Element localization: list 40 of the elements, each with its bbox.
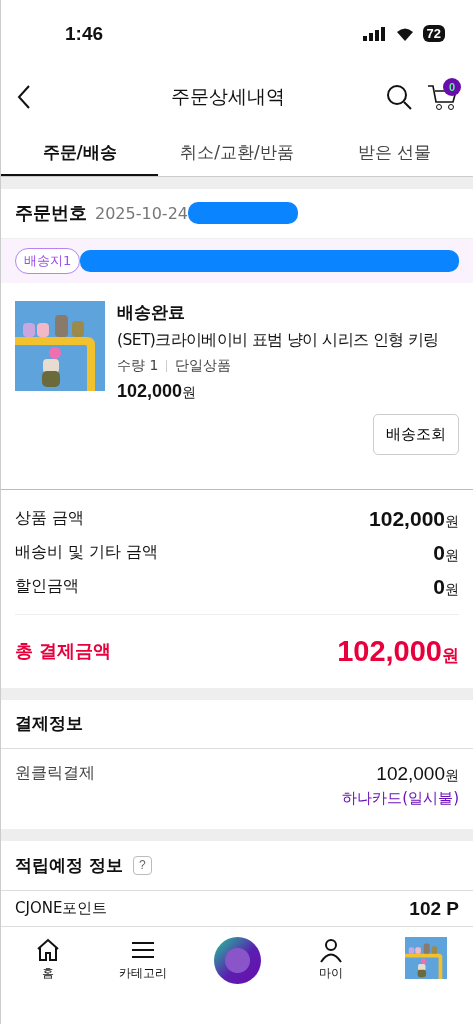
total-label: 총 결제금액 xyxy=(15,639,112,664)
summary-amount: 102,000원 xyxy=(369,506,459,531)
product-name: (SET)크라이베이비 표범 냥이 시리즈 인형 키링 xyxy=(117,329,439,351)
section-title: 결제정보 xyxy=(15,712,83,736)
tab[interactable]: 취소/교환/반품 xyxy=(158,131,316,177)
nav-item[interactable]: 홈 xyxy=(1,937,96,983)
address-tag: 배송지1 xyxy=(15,247,81,274)
tab[interactable]: 받은 선물 xyxy=(315,131,473,177)
track-delivery-button[interactable]: 배송조회 xyxy=(373,413,459,455)
summary-amount: 0원 xyxy=(433,540,459,565)
cart-button[interactable]: 0 xyxy=(427,82,459,113)
payment-method: 원클릭결제 xyxy=(15,763,95,785)
nav-item[interactable]: 마이 xyxy=(284,937,379,983)
points-value: 102 P xyxy=(409,897,459,920)
user-icon xyxy=(318,937,345,964)
product-price: 102,000원 xyxy=(117,380,198,402)
summary-amount: 0원 xyxy=(433,574,459,599)
wifi-icon xyxy=(394,26,415,41)
help-button[interactable]: ? xyxy=(132,855,152,875)
section-title: 적립예정 정보 xyxy=(15,853,123,877)
total-amount: 102,000원 xyxy=(337,634,459,668)
battery-indicator: 72 xyxy=(422,25,445,43)
signal-icon xyxy=(362,26,387,41)
summary-label: 배송비 및 기타 금액 xyxy=(15,542,158,564)
quantity: 수량 1 xyxy=(117,356,159,375)
order-number-label: 주문번호 xyxy=(15,201,87,226)
summary-label: 할인금액 xyxy=(15,576,79,598)
delivery-status: 배송완료 xyxy=(117,300,186,324)
summary-label: 상품 금액 xyxy=(15,508,84,530)
status-time: 1:46 xyxy=(65,22,104,45)
points-label: CJONE포인트 xyxy=(15,899,108,919)
search-button[interactable] xyxy=(385,83,413,112)
card-info: 하나카드(일시불) xyxy=(342,789,459,809)
product-option: 단일상품 xyxy=(175,356,232,375)
back-button[interactable] xyxy=(17,84,31,111)
cart-count-badge: 0 xyxy=(443,78,461,97)
page-title: 주문상세내역 xyxy=(170,84,286,110)
order-number: 2025-10-24 xyxy=(95,203,188,223)
payment-amount: 102,000원 xyxy=(376,763,459,786)
nav-item[interactable]: 카테고리 xyxy=(95,937,190,983)
